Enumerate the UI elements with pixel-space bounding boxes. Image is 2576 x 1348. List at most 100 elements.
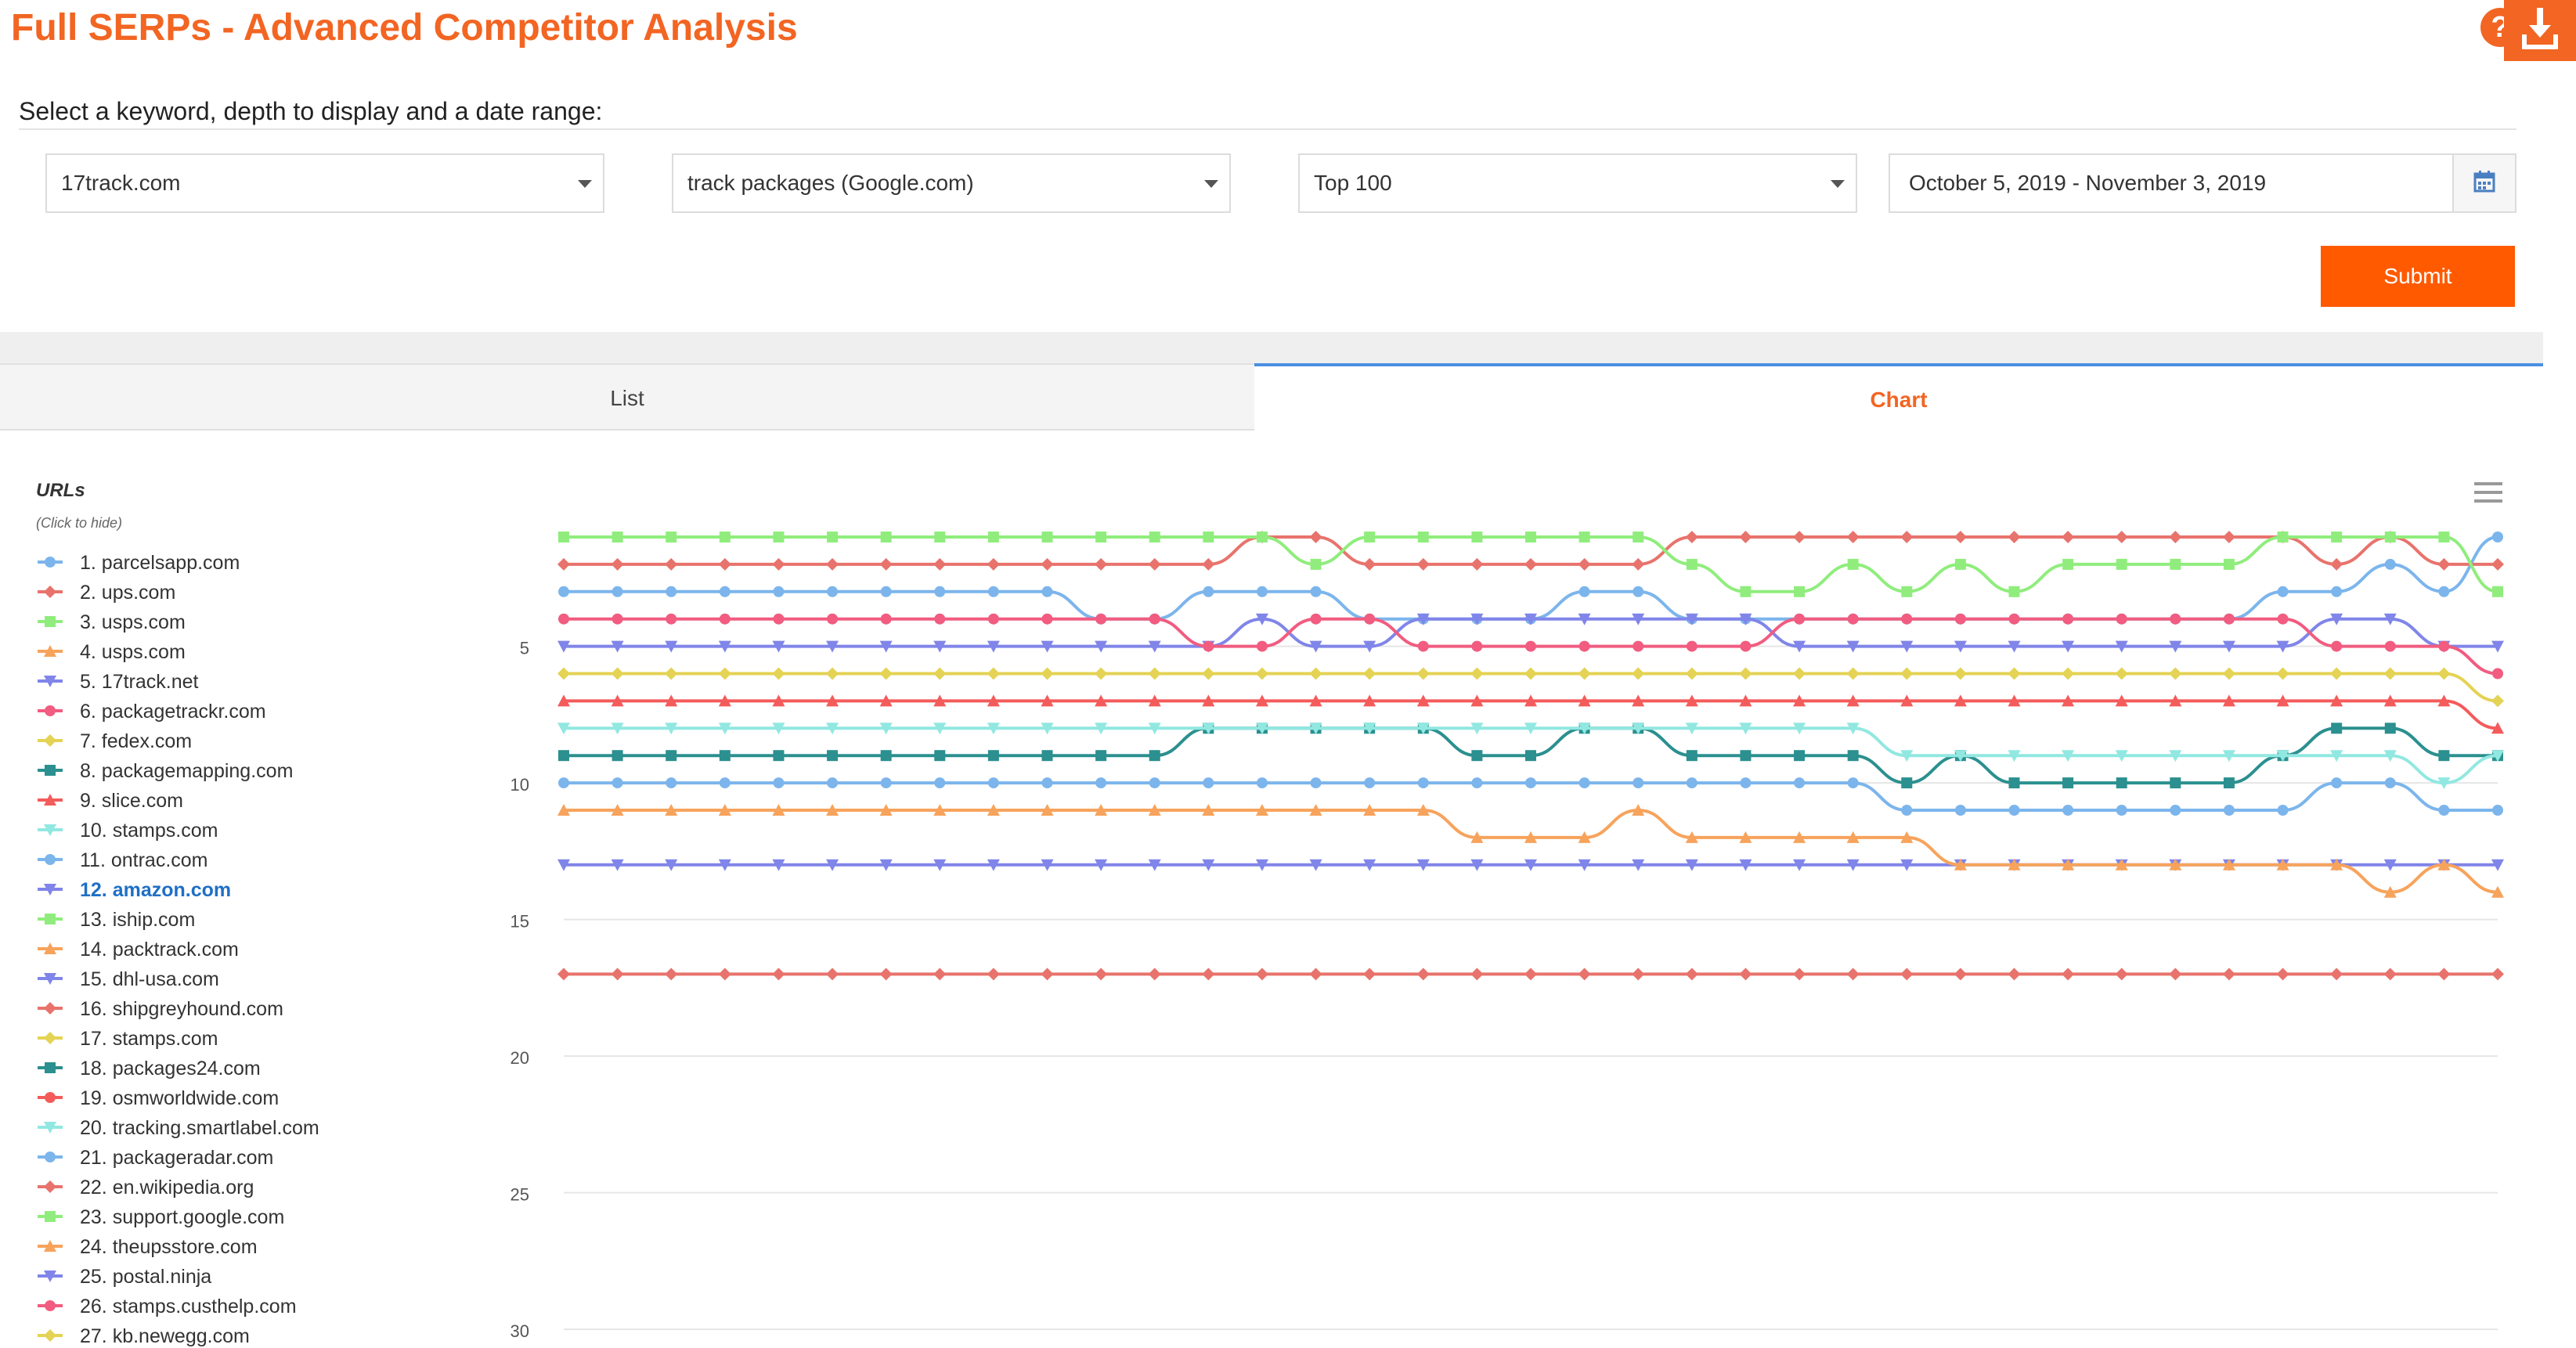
- series-point[interactable]: [1363, 968, 1376, 981]
- series-point[interactable]: [1525, 640, 1536, 652]
- series-point[interactable]: [2008, 777, 2020, 789]
- series-point[interactable]: [666, 777, 677, 789]
- series-point[interactable]: [665, 667, 678, 680]
- series-point[interactable]: [1095, 968, 1108, 981]
- series-point[interactable]: [2331, 723, 2343, 734]
- series-point[interactable]: [1794, 777, 1806, 789]
- series-point[interactable]: [1793, 531, 1806, 543]
- series-point[interactable]: [1739, 968, 1752, 981]
- series-point[interactable]: [1149, 750, 1160, 762]
- series-point[interactable]: [719, 586, 731, 597]
- series-point[interactable]: [1793, 667, 1806, 680]
- series-point[interactable]: [1901, 613, 1913, 625]
- series-point[interactable]: [2062, 968, 2075, 981]
- series-point[interactable]: [1095, 667, 1108, 680]
- series-point[interactable]: [1470, 667, 1484, 680]
- series-point[interactable]: [1310, 586, 1322, 597]
- series-point[interactable]: [2115, 667, 2128, 680]
- series-point[interactable]: [2383, 968, 2397, 981]
- series-point[interactable]: [1846, 968, 1860, 981]
- series-point[interactable]: [1309, 531, 1322, 543]
- series-point[interactable]: [2115, 531, 2128, 543]
- series-point[interactable]: [1364, 613, 1376, 625]
- series-point[interactable]: [1041, 532, 1053, 542]
- series-point[interactable]: [1041, 750, 1053, 762]
- series-point[interactable]: [2437, 968, 2451, 981]
- series-point[interactable]: [2062, 667, 2075, 680]
- series-point[interactable]: [773, 750, 785, 762]
- series-point[interactable]: [933, 557, 947, 571]
- series-point[interactable]: [1095, 532, 1107, 542]
- legend-item[interactable]: 6. packagetrackr.com: [38, 701, 266, 723]
- series-point[interactable]: [879, 667, 893, 680]
- series-point[interactable]: [773, 586, 785, 597]
- series-point[interactable]: [2169, 667, 2182, 680]
- series-point[interactable]: [1900, 667, 1914, 680]
- tab-chart[interactable]: Chart: [1254, 363, 2543, 431]
- calendar-button[interactable]: [2452, 153, 2516, 213]
- legend-item[interactable]: 7. fedex.com: [38, 730, 192, 752]
- series-point[interactable]: [612, 586, 623, 597]
- series-point[interactable]: [612, 777, 623, 789]
- series-point[interactable]: [1954, 558, 1966, 570]
- legend-item[interactable]: 23. support.google.com: [38, 1206, 284, 1228]
- series-point[interactable]: [1364, 532, 1376, 542]
- domain-select[interactable]: 17track.com: [45, 153, 604, 213]
- series-point[interactable]: [1041, 557, 1054, 571]
- legend-item[interactable]: 16. shipgreyhound.com: [38, 998, 283, 1020]
- series-point[interactable]: [2491, 557, 2504, 571]
- series-point[interactable]: [666, 532, 677, 542]
- series-point[interactable]: [2330, 667, 2343, 680]
- series-point[interactable]: [987, 613, 999, 625]
- series-point[interactable]: [1364, 777, 1376, 789]
- series-point[interactable]: [1417, 777, 1429, 789]
- series-point[interactable]: [1309, 667, 1322, 680]
- series-point[interactable]: [987, 586, 999, 597]
- series-point[interactable]: [1632, 557, 1645, 571]
- series-point[interactable]: [665, 557, 678, 571]
- series-point[interactable]: [1417, 640, 1429, 652]
- series-point[interactable]: [1202, 968, 1215, 981]
- series-point[interactable]: [1685, 968, 1698, 981]
- series-point[interactable]: [1846, 531, 1860, 543]
- series-point[interactable]: [2223, 613, 2235, 625]
- series-point[interactable]: [2008, 805, 2020, 816]
- series-point[interactable]: [987, 532, 999, 542]
- series-point[interactable]: [1794, 613, 1806, 625]
- series-point[interactable]: [772, 557, 785, 571]
- series-point[interactable]: [558, 586, 569, 597]
- series-point[interactable]: [2438, 750, 2450, 762]
- series-point[interactable]: [1203, 640, 1214, 652]
- series-point[interactable]: [1363, 667, 1376, 680]
- series-point[interactable]: [1203, 777, 1214, 789]
- series-point[interactable]: [1633, 586, 1644, 597]
- series-point[interactable]: [1202, 667, 1215, 680]
- legend-item[interactable]: 14. packtrack.com: [38, 939, 239, 961]
- series-point[interactable]: [558, 613, 569, 625]
- series-point[interactable]: [1578, 667, 1591, 680]
- series-point[interactable]: [2116, 613, 2127, 625]
- series-point[interactable]: [2492, 668, 2503, 679]
- series-point[interactable]: [2008, 531, 2021, 543]
- legend-item[interactable]: 5. 17track.net: [38, 671, 199, 693]
- series-point[interactable]: [557, 667, 570, 680]
- series-point[interactable]: [1471, 640, 1483, 652]
- series-point[interactable]: [2277, 532, 2289, 542]
- series-point[interactable]: [1954, 613, 1966, 625]
- download-button[interactable]: [2504, 0, 2576, 61]
- series-point[interactable]: [1095, 777, 1107, 789]
- series-point[interactable]: [1793, 968, 1806, 981]
- legend-item[interactable]: 12. amazon.com: [38, 879, 231, 901]
- series-point[interactable]: [772, 667, 785, 680]
- series-point[interactable]: [880, 532, 892, 542]
- series-point[interactable]: [719, 777, 731, 789]
- series-point[interactable]: [1525, 750, 1536, 762]
- series-point[interactable]: [2383, 667, 2397, 680]
- series-point[interactable]: [2169, 531, 2182, 543]
- series-point[interactable]: [1255, 968, 1268, 981]
- legend-item[interactable]: 1. parcelsapp.com: [38, 552, 240, 574]
- legend-item[interactable]: 8. packagemapping.com: [38, 760, 293, 782]
- series-point[interactable]: [1203, 532, 1214, 542]
- series-point[interactable]: [2384, 723, 2396, 734]
- series-point[interactable]: [2331, 640, 2343, 652]
